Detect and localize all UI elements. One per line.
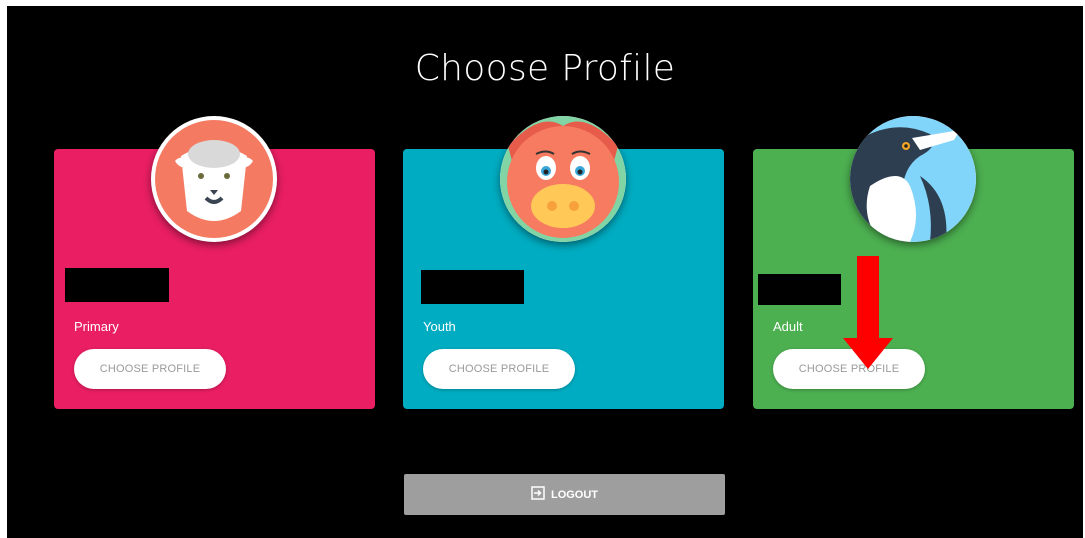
profile-card-adult: Adult CHOOSE PROFILE <box>753 116 1074 409</box>
pig-icon <box>500 116 626 242</box>
page-title: Choose Profile <box>414 48 676 89</box>
profile-tier-label: Adult <box>773 319 803 334</box>
choose-profile-button[interactable]: CHOOSE PROFILE <box>74 349 226 389</box>
profile-tier-label: Youth <box>423 319 456 334</box>
annotation-arrow-icon <box>843 256 893 369</box>
logout-icon <box>531 486 545 503</box>
sheep-icon <box>151 116 277 242</box>
logout-button[interactable]: LOGOUT <box>404 474 725 515</box>
app-screen: Choose Profile Primary CHOOSE PROFILE Yo… <box>7 6 1083 538</box>
logout-label: LOGOUT <box>550 488 599 501</box>
profile-tier-label: Primary <box>74 319 119 334</box>
profile-card-primary: Primary CHOOSE PROFILE <box>54 116 375 409</box>
penguin-icon <box>850 116 976 242</box>
profile-card-youth: Youth CHOOSE PROFILE <box>403 116 724 409</box>
choose-profile-button[interactable]: CHOOSE PROFILE <box>423 349 575 389</box>
redacted-name <box>65 268 169 302</box>
redacted-name <box>758 274 841 305</box>
redacted-name <box>421 270 524 304</box>
